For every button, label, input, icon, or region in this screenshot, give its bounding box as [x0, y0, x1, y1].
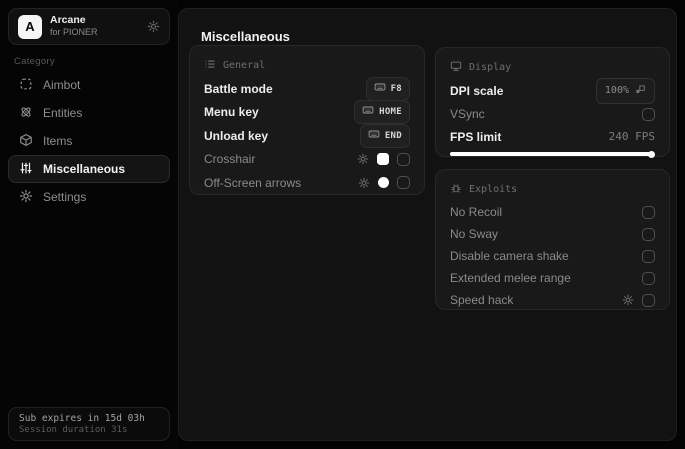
- fps-slider-knob[interactable]: [647, 150, 655, 158]
- setting-row-offscreen-arrows: Off-Screen arrows: [204, 171, 410, 195]
- keyboard-icon: [368, 127, 380, 145]
- app-header-card: A Arcane for PIONER: [8, 8, 170, 45]
- color-swatch[interactable]: [378, 177, 389, 189]
- sidebar-item-label: Miscellaneous: [43, 162, 126, 176]
- sidebar-item-aimbot[interactable]: Aimbot: [8, 71, 170, 99]
- keybind-button-menu-key[interactable]: HOME: [354, 100, 410, 125]
- general-panel: General Battle mode F8 Menu key HOME Unl…: [189, 45, 425, 195]
- dpi-scale-value: 100%: [604, 85, 629, 97]
- gear-icon: [19, 189, 33, 206]
- setting-label: FPS limit: [450, 129, 502, 144]
- sliders-icon: [19, 161, 33, 178]
- keybind-value: F8: [390, 83, 402, 94]
- gear-icon[interactable]: [357, 153, 369, 165]
- app-subtitle: for PIONER: [50, 27, 98, 38]
- gear-icon[interactable]: [622, 294, 634, 306]
- setting-row-vsync: VSync: [450, 103, 655, 127]
- general-panel-header: General: [204, 58, 410, 73]
- app-logo: A: [18, 14, 42, 39]
- setting-row-disable-camera-shake: Disable camera shake: [450, 245, 655, 267]
- sidebar-item-label: Aimbot: [43, 78, 81, 92]
- setting-row-no-sway: No Sway: [450, 223, 655, 245]
- fps-limit-value: 240 FPS: [608, 130, 655, 143]
- sidebar-item-label: Entities: [43, 106, 83, 120]
- color-swatch[interactable]: [377, 153, 389, 166]
- general-panel-title: General: [223, 60, 266, 71]
- keybind-value: HOME: [379, 107, 402, 118]
- setting-label: Crosshair: [204, 152, 256, 167]
- scan-icon: [19, 77, 33, 94]
- setting-label: Disable camera shake: [450, 249, 569, 263]
- app-name: Arcane: [50, 14, 86, 27]
- sidebar-item-miscellaneous[interactable]: Miscellaneous: [8, 155, 170, 183]
- subscription-card: Sub expires in 15d 03h Session duration …: [8, 407, 170, 441]
- setting-row-battle-mode: Battle mode F8: [204, 76, 410, 101]
- setting-row-crosshair: Crosshair: [204, 148, 410, 172]
- setting-label: Off-Screen arrows: [204, 175, 302, 190]
- keyboard-icon: [362, 103, 374, 121]
- app-brand: Arcane for PIONER: [50, 14, 139, 38]
- sidebar-nav: Aimbot Entities Items Miscellaneous Sett…: [8, 71, 170, 211]
- no-sway-checkbox[interactable]: [642, 227, 655, 241]
- bug-icon: [450, 182, 462, 197]
- page-title: Miscellaneous: [201, 29, 290, 44]
- scale-icon: [635, 82, 646, 100]
- session-duration-text: Session duration 31s: [19, 425, 128, 435]
- list-icon: [204, 58, 216, 73]
- sidebar-item-entities[interactable]: Entities: [8, 99, 170, 127]
- package-icon: [19, 133, 33, 150]
- monitor-icon: [450, 60, 462, 75]
- extended-melee-range-checkbox[interactable]: [642, 271, 655, 285]
- setting-label: Battle mode: [204, 81, 273, 96]
- display-panel-title: Display: [469, 62, 512, 73]
- app-logo-letter: A: [25, 19, 35, 34]
- setting-label: No Sway: [450, 227, 499, 241]
- setting-row-extended-melee-range: Extended melee range: [450, 267, 655, 289]
- setting-row-no-recoil: No Recoil: [450, 201, 655, 223]
- setting-label: No Recoil: [450, 205, 503, 219]
- sidebar-item-settings[interactable]: Settings: [8, 183, 170, 211]
- setting-label: DPI scale: [450, 83, 504, 98]
- disable-camera-shake-checkbox[interactable]: [642, 249, 655, 263]
- sidebar-item-label: Items: [43, 134, 73, 148]
- setting-label: Unload key: [204, 128, 269, 143]
- setting-row-speed-hack: Speed hack: [450, 289, 655, 311]
- sidebar-item-items[interactable]: Items: [8, 127, 170, 155]
- keybind-button-battle-mode[interactable]: F8: [365, 76, 410, 101]
- exploits-panel-title: Exploits: [469, 184, 518, 195]
- setting-label: Speed hack: [450, 293, 514, 307]
- fps-slider-fill: [450, 152, 651, 156]
- category-label: Category: [14, 56, 55, 67]
- dpi-scale-select[interactable]: 100%: [595, 77, 655, 104]
- main-panel: Miscellaneous General Battle mode F8 Men…: [178, 8, 677, 441]
- speed-hack-checkbox[interactable]: [642, 293, 655, 307]
- gear-icon[interactable]: [358, 177, 370, 189]
- setting-row-dpi-scale: DPI scale 100%: [450, 77, 655, 104]
- setting-label: Extended melee range: [450, 271, 571, 285]
- vsync-checkbox[interactable]: [642, 107, 655, 121]
- setting-row-unload-key: Unload key END: [204, 123, 410, 148]
- setting-label: Menu key: [204, 105, 259, 120]
- sub-expires-text: Sub expires in 15d 03h: [19, 413, 145, 424]
- offscreen-arrows-checkbox[interactable]: [397, 176, 410, 190]
- keybind-button-unload-key[interactable]: END: [359, 123, 410, 148]
- keybind-value: END: [384, 130, 402, 141]
- exploits-panel: Exploits No Recoil No Sway Disable camer…: [435, 169, 670, 310]
- no-recoil-checkbox[interactable]: [642, 205, 655, 219]
- display-panel-header: Display: [450, 60, 655, 75]
- atom-icon: [19, 105, 33, 122]
- exploits-panel-header: Exploits: [450, 182, 655, 197]
- display-panel: Display DPI scale 100% VSync FPS limit 2…: [435, 47, 670, 158]
- fps-limit-slider[interactable]: [450, 150, 655, 158]
- crosshair-checkbox[interactable]: [397, 152, 410, 166]
- gear-icon[interactable]: [147, 20, 160, 33]
- sidebar-item-label: Settings: [43, 190, 87, 204]
- setting-row-menu-key: Menu key HOME: [204, 100, 410, 125]
- keyboard-icon: [374, 80, 386, 98]
- setting-label: VSync: [450, 107, 485, 122]
- setting-row-fps-limit: FPS limit 240 FPS: [450, 126, 655, 147]
- sidebar: A Arcane for PIONER Category Aimbot Enti…: [0, 0, 178, 449]
